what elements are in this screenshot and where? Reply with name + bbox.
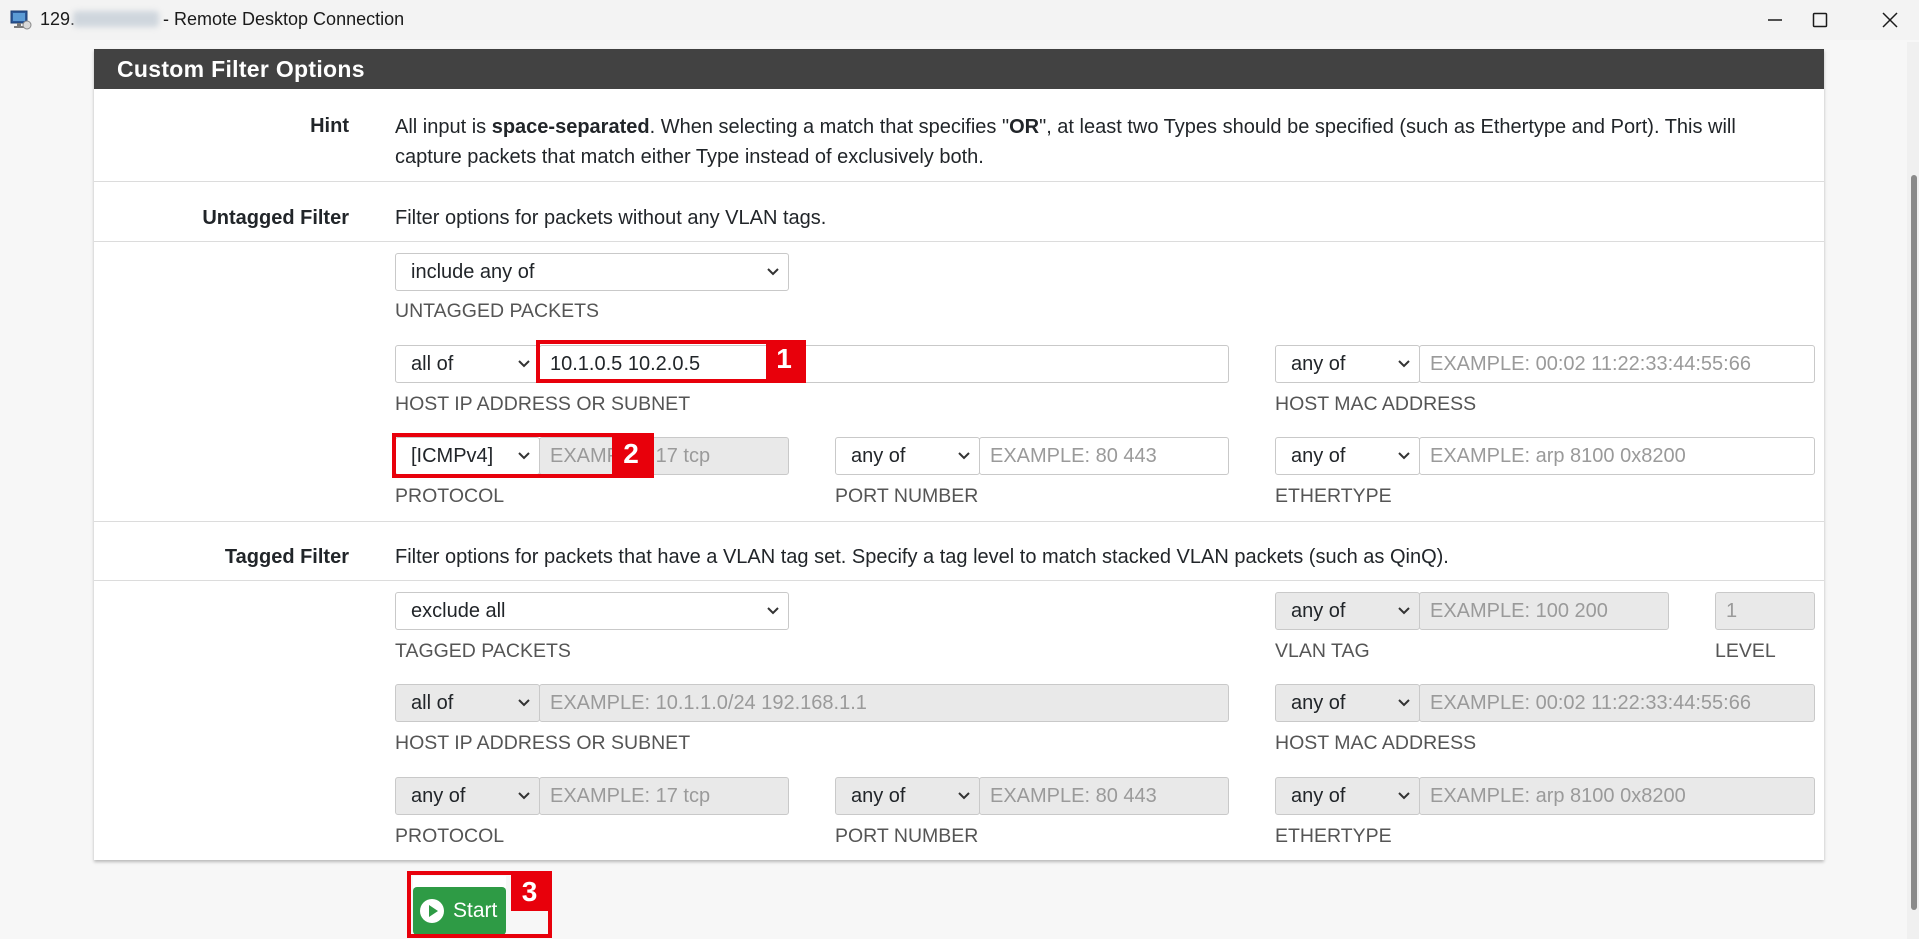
- untagged-ethertype-input[interactable]: EXAMPLE: arp 8100 0x8200: [1419, 437, 1815, 475]
- untagged-host-ip-label: HOST IP ADDRESS OR SUBNET: [395, 393, 691, 415]
- untagged-port-label: PORT NUMBER: [835, 485, 979, 507]
- chevron-down-icon: [1398, 699, 1410, 707]
- tagged-ethertype-input[interactable]: EXAMPLE: arp 8100 0x8200: [1419, 777, 1815, 815]
- chevron-down-icon: [518, 699, 530, 707]
- tagged-level-input[interactable]: 1: [1715, 592, 1815, 630]
- tagged-packets-select[interactable]: exclude all: [395, 592, 789, 630]
- tagged-host-mac-match-select[interactable]: any of: [1275, 684, 1420, 722]
- tagged-protocol-match-select[interactable]: any of: [395, 777, 540, 815]
- tagged-filter-label: Tagged Filter: [224, 546, 349, 568]
- remote-desktop-icon: [10, 10, 32, 30]
- untagged-host-mac-label: HOST MAC ADDRESS: [1275, 393, 1477, 415]
- close-icon: [1882, 12, 1898, 28]
- chevron-down-icon: [767, 268, 779, 276]
- window-title-ip: 129.: [40, 9, 76, 29]
- tagged-vlan-input[interactable]: EXAMPLE: 100 200: [1419, 592, 1669, 630]
- tagged-packets-label: TAGGED PACKETS: [395, 640, 571, 662]
- chevron-down-icon: [1398, 792, 1410, 800]
- tagged-protocol-label: PROTOCOL: [395, 825, 505, 847]
- untagged-port-match-select[interactable]: any of: [835, 437, 980, 475]
- untagged-ethertype-match-select[interactable]: any of: [1275, 437, 1420, 475]
- untagged-packets-select[interactable]: include any of: [395, 253, 789, 291]
- untagged-packets-label: UNTAGGED PACKETS: [395, 300, 600, 322]
- untagged-ethertype-label: ETHERTYPE: [1275, 485, 1392, 507]
- untagged-filter-description: Filter options for packets without any V…: [395, 207, 827, 229]
- hint-label: Hint: [310, 115, 349, 137]
- annotation-marker-3: 3: [511, 875, 548, 911]
- tagged-vlan-match-select[interactable]: any of: [1275, 592, 1420, 630]
- chevron-down-icon: [767, 607, 779, 615]
- window-titlebar: 129. - Remote Desktop Connection: [0, 0, 1919, 40]
- panel-title: Custom Filter Options: [94, 49, 1824, 89]
- maximize-icon: [1812, 12, 1828, 28]
- chevron-down-icon: [1398, 607, 1410, 615]
- tagged-level-label: LEVEL: [1715, 640, 1776, 662]
- tagged-vlan-label: VLAN TAG: [1275, 640, 1370, 662]
- untagged-host-ip-match-select[interactable]: all of: [395, 345, 540, 383]
- hint-text: All input is space-separated. When selec…: [395, 116, 1736, 168]
- divider: [94, 580, 1824, 581]
- window-title: - Remote Desktop Connection: [163, 9, 405, 29]
- tagged-port-label: PORT NUMBER: [835, 825, 979, 847]
- untagged-port-input[interactable]: EXAMPLE: 80 443: [979, 437, 1229, 475]
- tagged-port-match-select[interactable]: any of: [835, 777, 980, 815]
- divider: [94, 521, 1824, 522]
- scrollbar-thumb[interactable]: [1911, 175, 1917, 910]
- untagged-host-mac-input[interactable]: EXAMPLE: 00:02 11:22:33:44:55:66: [1419, 345, 1815, 383]
- tagged-host-mac-input[interactable]: EXAMPLE: 00:02 11:22:33:44:55:66: [1419, 684, 1815, 722]
- chevron-down-icon: [1398, 452, 1410, 460]
- divider: [94, 181, 1824, 182]
- divider: [94, 241, 1824, 242]
- annotation-marker-1: 1: [766, 342, 802, 379]
- untagged-host-mac-match-select[interactable]: any of: [1275, 345, 1420, 383]
- annotation-marker-2: 2: [612, 437, 650, 474]
- chevron-down-icon: [1398, 360, 1410, 368]
- redacted-ip-blur: [73, 11, 159, 27]
- tagged-host-mac-label: HOST MAC ADDRESS: [1275, 732, 1477, 754]
- chevron-down-icon: [518, 792, 530, 800]
- close-button[interactable]: [1860, 0, 1919, 40]
- tagged-ethertype-label: ETHERTYPE: [1275, 825, 1392, 847]
- tagged-filter-description: Filter options for packets that have a V…: [395, 546, 1449, 568]
- chevron-down-icon: [518, 360, 530, 368]
- chevron-down-icon: [958, 452, 970, 460]
- untagged-protocol-label: PROTOCOL: [395, 485, 505, 507]
- tagged-host-ip-input[interactable]: EXAMPLE: 10.1.1.0/24 192.168.1.1: [539, 684, 1229, 722]
- tagged-host-ip-label: HOST IP ADDRESS OR SUBNET: [395, 732, 691, 754]
- minimize-icon: [1768, 19, 1782, 21]
- tagged-host-ip-match-select[interactable]: all of: [395, 684, 540, 722]
- chevron-down-icon: [958, 792, 970, 800]
- tagged-ethertype-match-select[interactable]: any of: [1275, 777, 1420, 815]
- tagged-port-input[interactable]: EXAMPLE: 80 443: [979, 777, 1229, 815]
- untagged-filter-label: Untagged Filter: [202, 207, 349, 229]
- tagged-protocol-input[interactable]: EXAMPLE: 17 tcp: [539, 777, 789, 815]
- maximize-button[interactable]: [1790, 0, 1850, 40]
